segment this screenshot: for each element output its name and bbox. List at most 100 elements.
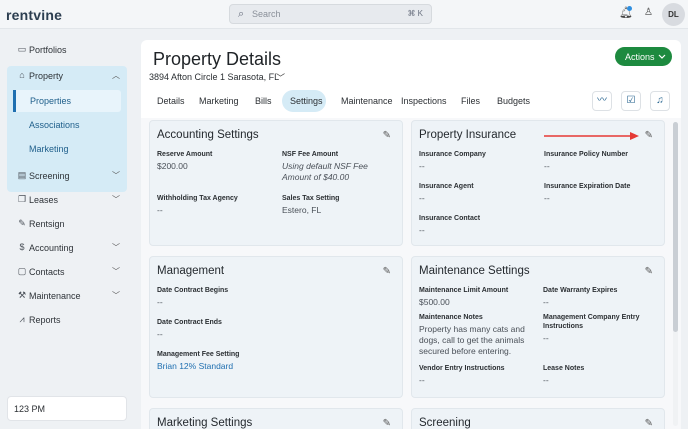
pencil-icon[interactable]: ✎ [645,418,653,429]
tab-bar: Details Marketing Bills Settings Mainten… [149,90,569,112]
scrollbar[interactable] [673,122,678,426]
sidebar-item-maintenance[interactable]: ⚒ Maintenance ﹀ [7,286,127,306]
app-logo[interactable]: rentvine [6,7,62,23]
time-display: 123 PM [7,396,127,421]
screening-card: Screening ✎ [411,408,665,429]
card-title: Property Insurance [419,129,517,141]
sidebar-item-reports[interactable]: ⩘ Reports [7,310,127,330]
card-title: Screening [419,417,471,429]
chevron-down-icon: ﹀ [112,243,120,252]
chart-icon: ⩘ [19,314,25,324]
trend-icon: 〰 [597,95,607,106]
sidebar-item-screening[interactable]: ▤ Screening ﹀ [7,166,127,186]
chevron-down-icon [658,54,666,59]
insurance-contact-field: Insurance Contact -- [419,215,481,235]
search-bar[interactable]: ⌕ Search ⌘ K [229,4,432,24]
reserve-amount-field: Reserve Amount $200.00 [157,151,213,171]
chevron-up-icon: ︿ [112,71,120,80]
pencil-icon[interactable]: ✎ [383,130,391,141]
sidebar-subitem-associations[interactable]: Associations [12,114,120,136]
scrollbar-thumb[interactable] [673,122,678,332]
tab-bills[interactable]: Bills [247,90,277,112]
sidebar-item-rentsign[interactable]: ✎ Rentsign [7,214,127,234]
tab-marketing[interactable]: Marketing [191,90,243,112]
settings-content: Accounting Settings ✎ Reserve Amount $20… [141,118,681,429]
vendor-entry-field: Vendor Entry Instructions -- [419,365,505,385]
card-title: Management [157,265,225,277]
withholding-tax-field: Withholding Tax Agency -- [157,195,238,215]
chevron-down-icon[interactable]: ﹀ [276,71,285,84]
actions-button[interactable]: Actions [615,47,672,66]
pencil-icon[interactable]: ✎ [383,266,391,277]
annotation-arrow-icon [544,132,639,140]
management-fee-field: Management Fee Setting Brian 12% Standar… [157,350,297,372]
sidebar-item-property[interactable]: ⌂ Property ︿ [7,66,127,86]
top-bar: rentvine ⌕ Search ⌘ K 🔔︎ ♙ DL [0,0,688,29]
chevron-down-icon: ﹀ [112,171,120,180]
nsf-fee-field: NSF Fee Amount Using default NSF Fee Amo… [282,151,368,182]
hammer-icon: ⚒ [17,290,27,300]
entry-instructions-field: Management Company Entry Instructions -- [543,314,640,343]
warranty-expires-field: Date Warranty Expires -- [543,287,618,307]
sidebar-item-accounting[interactable]: $ Accounting ﹀ [7,238,127,258]
tab-budgets[interactable]: Budgets [489,90,537,112]
insurance-company-field: Insurance Company -- [419,151,486,171]
pencil-icon[interactable]: ✎ [383,418,391,429]
insurance-agent-field: Insurance Agent -- [419,183,474,203]
insurance-policy-field: Insurance Policy Number -- [544,151,629,171]
folder-icon: ▭ [17,44,27,54]
chevron-down-icon: ﹀ [112,267,120,276]
maintenance-settings-card: Maintenance Settings ✎ Maintenance Limit… [411,256,665,398]
chevron-down-icon: ﹀ [112,195,120,204]
tab-maintenance[interactable]: Maintenance [333,90,393,112]
file-copy-icon: ❐ [17,194,27,204]
search-icon: ⌕ [238,8,245,20]
checklist-button[interactable]: ☑ [621,91,641,111]
card-title: Maintenance Settings [419,265,530,277]
marketing-settings-card: Marketing Settings ✎ [149,408,403,429]
tab-inspections[interactable]: Inspections [393,90,448,112]
sales-tax-field: Sales Tax Setting Estero, FL [282,195,340,215]
sidebar-subitem-marketing[interactable]: Marketing [12,138,120,160]
management-card: Management ✎ Date Contract Begins -- Dat… [149,256,403,398]
search-shortcut: ⌘ K [407,9,423,18]
chevron-down-icon: ﹀ [112,291,120,300]
building-icon: ⌂ [19,70,25,80]
card-title: Accounting Settings [157,129,259,141]
sidebar-item-contacts[interactable]: ▢ Contacts ﹀ [7,262,127,282]
property-address[interactable]: 3894 Afton Circle 1 Sarasota, FL [149,72,279,82]
management-fee-link[interactable]: Brian 12% Standard [157,361,297,372]
maintenance-notes-field: Maintenance Notes Property has many cats… [419,314,525,356]
contract-begins-field: Date Contract Begins -- [157,287,229,307]
signature-icon: ✎ [18,218,26,228]
page-title: Property Details [153,49,282,69]
accounting-settings-card: Accounting Settings ✎ Reserve Amount $20… [149,120,403,246]
lease-notes-field: Lease Notes -- [543,365,585,385]
active-indicator [13,90,16,112]
tab-details[interactable]: Details [149,90,189,112]
contact-card-icon: ▢ [17,266,27,276]
insurance-expiration-field: Insurance Expiration Date -- [544,183,631,203]
maintenance-limit-field: Maintenance Limit Amount $500.00 [419,287,509,307]
activity-chart-button[interactable]: 〰 [592,91,612,111]
pencil-icon[interactable]: ✎ [645,266,653,277]
sidebar-item-leases[interactable]: ❐ Leases ﹀ [7,190,127,210]
pencil-icon[interactable]: ✎ [645,130,653,141]
dollar-icon: $ [19,242,25,252]
card-title: Marketing Settings [157,417,253,429]
contract-ends-field: Date Contract Ends -- [157,319,222,339]
main-panel: Property Details 3894 Afton Circle 1 Sar… [141,40,681,429]
search-placeholder: Search [252,9,281,19]
notification-dot [627,6,632,11]
sidebar-subitem-properties[interactable]: Properties [13,90,121,112]
bell-icon: ♫ [656,95,664,106]
notification-settings-button[interactable]: ♫ [650,91,670,111]
sidebar-item-portfolios[interactable]: ▭ Portfolios [7,40,127,60]
checklist-icon: ☑ [626,95,636,106]
document-search-icon: ▤ [17,170,27,180]
user-icon[interactable]: ♙ [644,7,653,18]
tab-files[interactable]: Files [453,90,483,112]
sidebar: ▭ Portfolios ⌂ Property ︿ Properties Ass… [0,30,134,429]
avatar[interactable]: DL [662,3,685,26]
tab-settings[interactable]: Settings [282,90,326,112]
